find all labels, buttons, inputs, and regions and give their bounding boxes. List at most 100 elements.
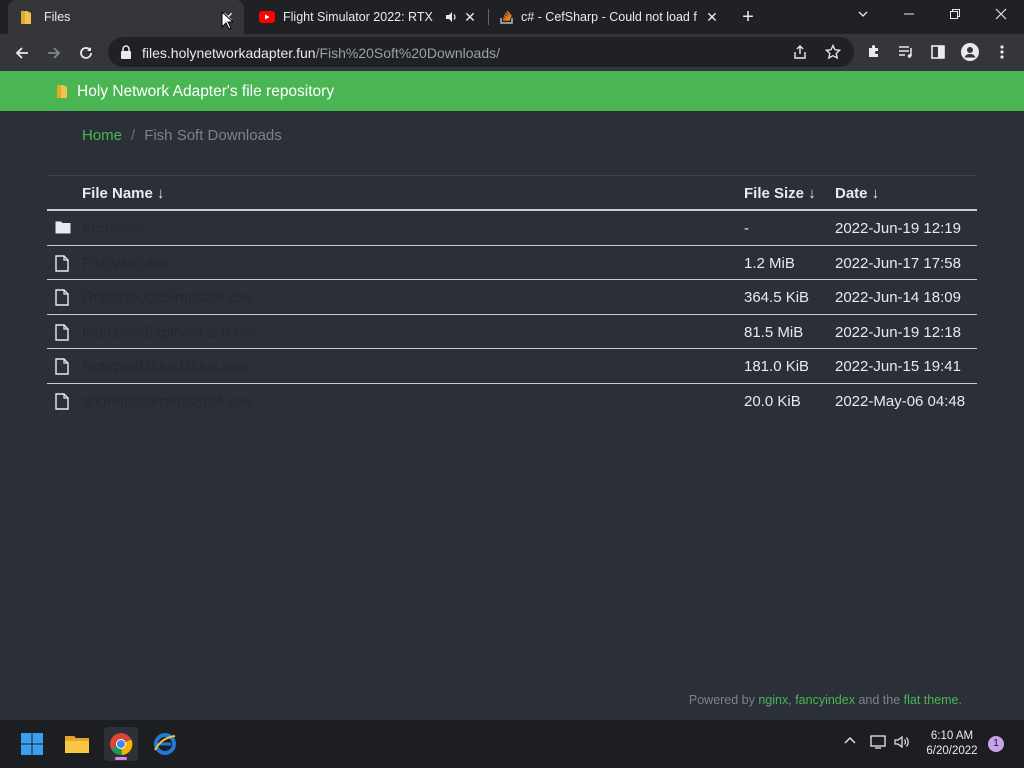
folder-logo-icon [56,84,68,99]
table-row[interactable]: FishVNC.exe 1.2 MiB 2022-Jun-17 17:58 [47,246,977,281]
sort-by-date-header[interactable]: Date ↓ [835,185,879,202]
file-size: 1.2 MiB [744,254,795,272]
nginx-link[interactable]: nginx [758,693,788,707]
file-icon [55,393,71,410]
url-host: files.holynetworkadapter.fun [142,45,316,61]
breadcrumb: Home / Fish Soft Downloads [82,127,282,144]
media-control-icon[interactable] [896,42,916,62]
file-icon [55,358,71,376]
new-tab-button[interactable]: + [737,6,759,28]
file-date: 2022-May-06 04:48 [835,392,966,410]
file-icon [55,254,71,272]
mouse-cursor-icon [221,10,235,30]
flat-theme-link[interactable]: flat theme [904,693,959,707]
file-icon [55,289,71,306]
reload-button[interactable] [73,40,99,66]
file-date: 2022-Jun-15 19:41 [835,358,961,376]
page-footer: Powered by nginx, fancyindex and the fla… [0,693,962,707]
notification-badge[interactable]: 1 [988,736,1004,752]
file-explorer-taskbar-icon[interactable] [60,727,94,761]
file-name-link[interactable]: andrejobliterator2004.exe [82,393,252,410]
file-size: 81.5 MiB [744,323,804,341]
file-date: 2022-Jun-19 12:19 [835,220,961,237]
share-icon[interactable] [792,44,808,60]
tab-title: c# - CefSharp - Could not load fi [521,10,697,24]
clock-date: 6/20/2022 [926,745,978,757]
chrome-taskbar-icon[interactable] [104,727,138,761]
forward-button[interactable] [41,40,67,66]
breadcrumb-separator: / [131,127,136,144]
close-tab-icon[interactable]: ✕ [462,9,478,25]
speaker-icon[interactable] [444,10,458,24]
tab-search-chevron-icon[interactable] [840,0,886,30]
windows-taskbar: 6:10 AM 6/20/2022 [0,720,1024,768]
file-date: 2022-Jun-19 12:18 [835,323,961,341]
file-icon [55,324,71,341]
tab-files[interactable]: Files ✕ [8,0,244,34]
table-row[interactable]: GrassTouchSimulator.exe 364.5 KiB 2022-Jun… [47,280,977,315]
browser-toolbar: files.holynetworkadapter.fun/Fish%20Soft… [0,34,1024,71]
file-date: 2022-Jun-17 17:58 [835,254,961,272]
breadcrumb-home-link[interactable]: Home [82,127,122,144]
footer-period: . [958,693,962,707]
tab-flight-simulator[interactable]: Flight Simulator 2022: RTX™ ✕ [252,0,486,34]
youtube-favicon-icon [259,11,275,23]
site-banner: Holy Network Adapter's file repository [0,71,1024,111]
close-window-icon[interactable] [978,0,1024,30]
network-icon[interactable] [870,734,888,753]
restore-icon[interactable] [932,0,978,30]
browser-menu-icon[interactable] [992,42,1012,62]
clock-time: 6:10 AM [930,730,974,742]
address-bar[interactable]: files.holynetworkadapter.fun/Fish%20Soft… [108,37,854,67]
table-row[interactable]: Archives/ - 2022-Jun-19 12:19 [47,211,977,246]
url-text: files.holynetworkadapter.fun/Fish%20Soft… [142,45,500,61]
volume-icon[interactable] [893,734,911,753]
footer-and: and the [854,693,904,707]
file-name-link[interactable]: InterzoneExploder-2.5.exe [82,324,258,341]
profile-avatar-icon[interactable] [960,42,980,62]
start-button[interactable] [15,727,49,761]
folder-favicon-icon [20,10,32,25]
file-name-link[interactable]: NotepadMinusMinus.exe [82,358,247,375]
breadcrumb-current: Fish Soft Downloads [144,127,282,144]
footer-prefix: Powered by [688,693,759,707]
file-name-link[interactable]: GrassTouchSimulator.exe [82,289,253,306]
sort-by-name-header[interactable]: File Name ↓ [82,185,165,202]
table-row[interactable]: NotepadMinusMinus.exe 181.0 KiB 2022-Jun-1… [47,349,977,384]
tab-separator [488,9,489,25]
side-panel-icon[interactable] [928,42,948,62]
folder-icon [55,220,71,237]
tray-chevron-up-icon[interactable] [843,734,857,751]
table-row[interactable]: InterzoneExploder-2.5.exe 81.5 MiB 2022-Ju… [47,315,977,350]
browser-chrome: Files ✕ Flight Simulator 2022: RTX™ ✕ c#… [0,0,1024,71]
table-body: Archives/ - 2022-Jun-19 12:19 FishVNC.exe 1.… [47,211,977,419]
sort-by-size-header[interactable]: File Size ↓ [744,185,816,202]
tab-title: Files [44,10,71,24]
active-app-indicator [115,757,127,760]
file-size: 364.5 KiB [744,289,810,307]
minimize-icon[interactable] [886,0,932,30]
file-name-link[interactable]: Archives/ [82,220,144,237]
back-button[interactable] [9,40,35,66]
lock-icon[interactable] [120,45,132,59]
bookmark-star-icon[interactable] [824,43,842,60]
system-clock[interactable]: 6:10 AM 6/20/2022 [920,729,984,759]
url-path: /Fish%20Soft%20Downloads/ [315,45,500,61]
file-size: 20.0 KiB [744,392,801,410]
stackoverflow-favicon-icon [499,9,515,25]
tab-stackoverflow[interactable]: c# - CefSharp - Could not load fi ✕ [490,0,728,34]
internet-explorer-taskbar-icon[interactable] [148,727,182,761]
tab-strip: Files ✕ Flight Simulator 2022: RTX™ ✕ c#… [0,0,1024,34]
table-header: File Name ↓ File Size ↓ Date ↓ [47,175,977,211]
file-size: 181.0 KiB [744,358,810,376]
table-row[interactable]: andrejobliterator2004.exe 20.0 KiB 2022-Ma… [47,384,977,419]
file-size: - [744,220,749,237]
extensions-icon[interactable] [864,42,884,62]
fancyindex-link[interactable]: fancyindex [795,693,855,707]
site-title[interactable]: Holy Network Adapter's file repository [77,83,334,101]
tab-title: Flight Simulator 2022: RTX™ [283,10,433,24]
file-name-link[interactable]: FishVNC.exe [82,255,170,272]
file-table: File Name ↓ File Size ↓ Date ↓ Archives/… [47,175,977,419]
close-tab-icon[interactable]: ✕ [704,9,720,25]
file-date: 2022-Jun-14 18:09 [835,289,961,307]
